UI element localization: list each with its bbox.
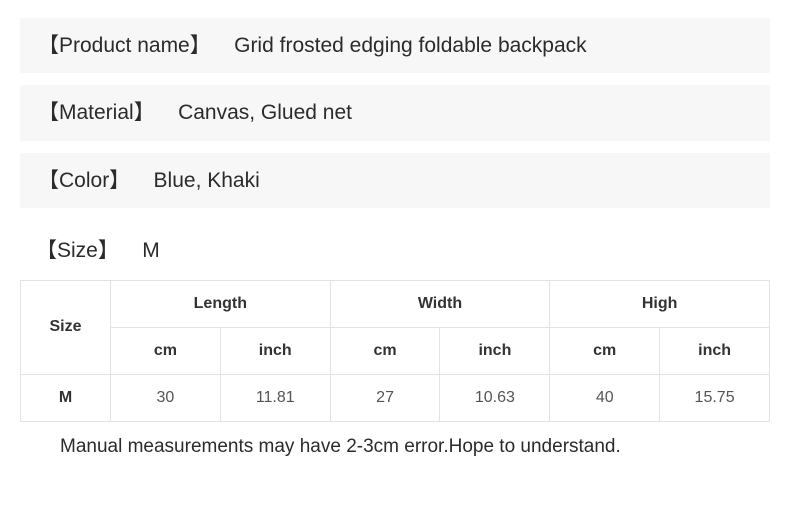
group-header-width: Width bbox=[330, 280, 550, 327]
unit-header: cm bbox=[550, 327, 660, 374]
unit-header: inch bbox=[440, 327, 550, 374]
color-value: Blue, Khaki bbox=[154, 169, 260, 192]
unit-header: inch bbox=[220, 327, 330, 374]
cell-high-inch: 15.75 bbox=[660, 374, 770, 421]
material-row: 【Material】 Canvas, Glued net bbox=[20, 85, 770, 140]
cell-width-cm: 27 bbox=[330, 374, 440, 421]
cell-length-inch: 11.81 bbox=[220, 374, 330, 421]
size-header-value: M bbox=[142, 239, 160, 262]
group-header-high: High bbox=[550, 280, 770, 327]
unit-header: inch bbox=[660, 327, 770, 374]
cell-high-cm: 40 bbox=[550, 374, 660, 421]
unit-header: cm bbox=[111, 327, 221, 374]
table-header-row-1: Size Length Width High bbox=[21, 280, 770, 327]
material-value: Canvas, Glued net bbox=[178, 101, 352, 124]
table-header-row-2: cm inch cm inch cm inch bbox=[21, 327, 770, 374]
product-name-label: 【Product name】 bbox=[38, 34, 211, 57]
unit-header: cm bbox=[330, 327, 440, 374]
material-label: 【Material】 bbox=[38, 101, 155, 124]
table-row: M 30 11.81 27 10.63 40 15.75 bbox=[21, 374, 770, 421]
size-header-label: 【Size】 bbox=[36, 239, 119, 262]
cell-length-cm: 30 bbox=[111, 374, 221, 421]
size-table: Size Length Width High cm inch cm inch c… bbox=[20, 280, 770, 422]
size-header-row: 【Size】 M bbox=[20, 220, 770, 278]
cell-width-inch: 10.63 bbox=[440, 374, 550, 421]
color-row: 【Color】 Blue, Khaki bbox=[20, 153, 770, 208]
group-header-length: Length bbox=[111, 280, 331, 327]
product-name-value: Grid frosted edging foldable backpack bbox=[234, 34, 587, 57]
size-col-header: Size bbox=[21, 280, 111, 374]
color-label: 【Color】 bbox=[38, 169, 130, 192]
row-size-label: M bbox=[21, 374, 111, 421]
measurement-note: Manual measurements may have 2-3cm error… bbox=[20, 422, 770, 458]
product-name-row: 【Product name】 Grid frosted edging folda… bbox=[20, 18, 770, 73]
